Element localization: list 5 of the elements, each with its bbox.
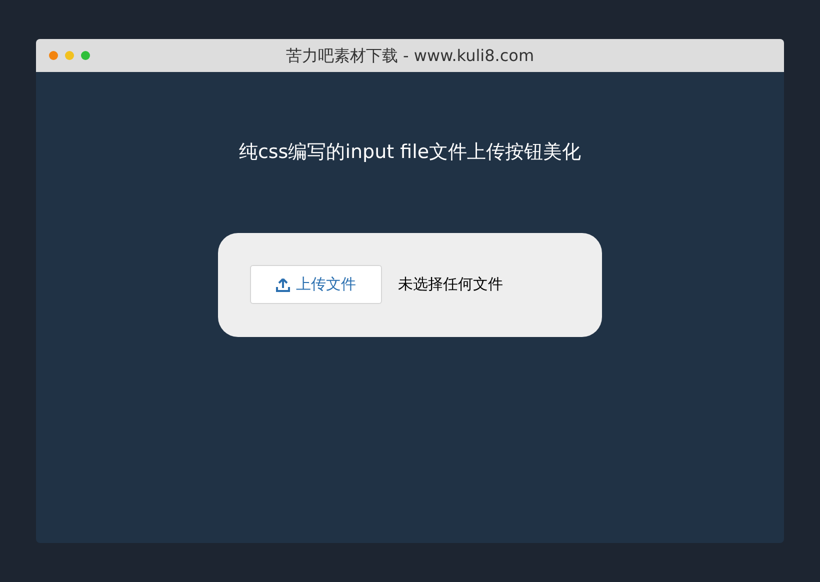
upload-icon [276, 278, 290, 292]
window-title: 苦力吧素材下载 - www.kuli8.com [286, 44, 534, 66]
upload-button[interactable]: 上传文件 [250, 265, 382, 304]
page-heading: 纯css编写的input file文件上传按钮美化 [238, 140, 582, 165]
file-status: 未选择任何文件 [398, 274, 503, 296]
